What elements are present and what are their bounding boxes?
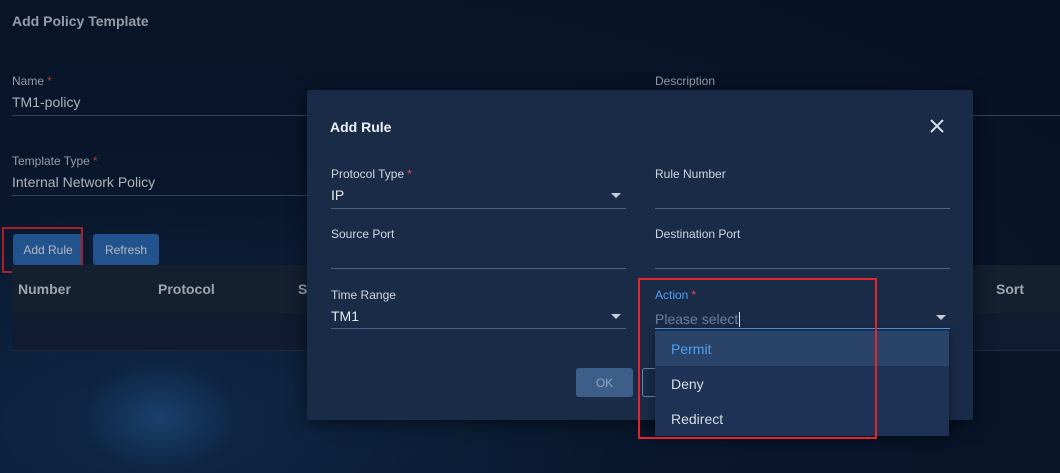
chevron-down-icon[interactable] — [611, 314, 621, 319]
rule-number-label: Rule Number — [655, 167, 726, 181]
required-mark: * — [407, 167, 412, 181]
time-range-underline — [331, 328, 626, 329]
protocol-type-select[interactable]: IP — [331, 187, 344, 203]
protocol-type-label-text: Protocol Type — [331, 167, 405, 181]
destination-port-input[interactable] — [655, 268, 950, 269]
action-highlight — [638, 278, 877, 439]
protocol-type-label: Protocol Type * — [331, 167, 412, 181]
ok-button[interactable]: OK — [576, 368, 633, 397]
source-port-label: Source Port — [331, 227, 395, 241]
time-range-select[interactable]: TM1 — [331, 308, 359, 324]
protocol-type-underline — [331, 208, 626, 209]
close-icon[interactable] — [928, 117, 946, 135]
source-port-input[interactable] — [331, 268, 626, 269]
chevron-down-icon[interactable] — [611, 193, 621, 198]
rule-number-input[interactable] — [655, 208, 950, 209]
chevron-down-icon[interactable] — [936, 315, 946, 320]
dialog-title: Add Rule — [330, 119, 392, 135]
destination-port-label: Destination Port — [655, 227, 741, 241]
time-range-label: Time Range — [331, 288, 396, 302]
